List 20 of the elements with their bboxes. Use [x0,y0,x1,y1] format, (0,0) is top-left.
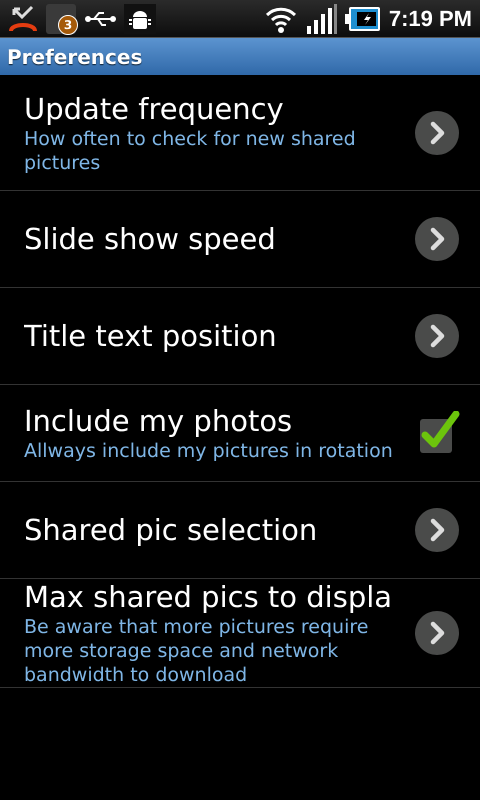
preference-title: Max shared pics to displa [24,579,394,615]
preference-title: Update frequency [24,90,285,126]
preference-title: Title text position [24,318,278,354]
battery-icon [344,6,381,32]
preference-summary: How often to check for new shared pictures [24,126,357,174]
preference-title: Shared pic selection [24,512,318,548]
chevron-button[interactable] [414,110,460,156]
preference-title: Include my photos [24,403,294,439]
screen-title: Preferences [7,44,142,68]
chevron-button[interactable] [414,610,460,656]
missed-call-icon [8,4,38,32]
chevron-button[interactable] [414,313,460,359]
chevron-button[interactable] [414,507,460,553]
clock-time: 7:19 PM [388,6,472,32]
preference-summary: Allways include my pictures in rotation [24,439,394,463]
signal-icon [304,4,337,34]
preference-title: Slide show speed [24,221,277,257]
preference-summary: Be aware that more pictures require more storage space and network bandwidth to download [24,615,370,687]
notification-count: 3 [58,14,78,34]
chevron-button[interactable] [414,216,460,262]
